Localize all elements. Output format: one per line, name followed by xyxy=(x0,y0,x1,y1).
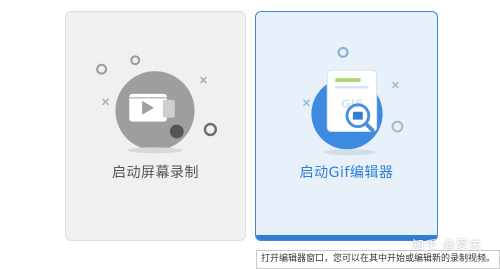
card-label: 启动屏幕录制 xyxy=(112,165,199,181)
decor-ring-icon xyxy=(203,122,218,137)
tooltip: 打开编辑器窗口，您可以在其中开始或编辑新的录制视频。 xyxy=(256,250,500,269)
decor-ring-icon xyxy=(130,55,141,66)
decor-cross-icon xyxy=(391,81,399,89)
start-gif-editor-card[interactable]: GIF 启动Gif编辑器 xyxy=(255,11,438,241)
decor-cross-icon xyxy=(199,76,207,84)
gif-document-icon: GIF xyxy=(326,69,378,133)
card-label: 启动Gif编辑器 xyxy=(299,165,394,181)
gif-editor-illustration: GIF xyxy=(302,46,404,156)
start-screen-recording-card[interactable]: 启动屏幕录制 xyxy=(65,11,246,241)
badge-icon xyxy=(169,124,184,139)
selected-indicator xyxy=(256,235,437,240)
screen-recording-illustration xyxy=(96,55,218,154)
decor-ring-icon xyxy=(96,63,108,75)
decor-ring-icon xyxy=(391,120,404,133)
decor-cross-icon xyxy=(102,98,110,106)
decor-cross-icon xyxy=(302,99,310,107)
decor-ring-icon xyxy=(337,46,349,58)
